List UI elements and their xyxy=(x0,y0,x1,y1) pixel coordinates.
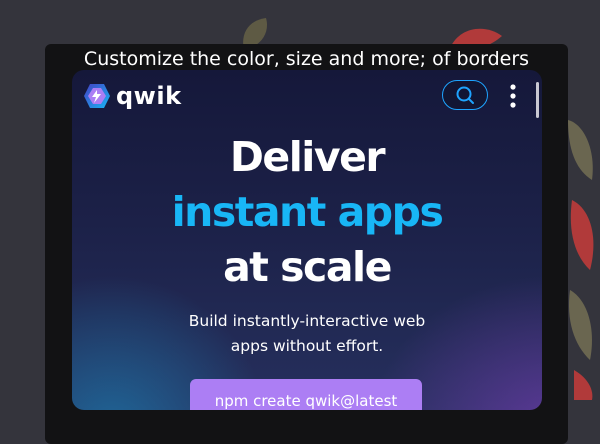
qwik-logo[interactable]: qwik xyxy=(84,82,182,110)
logo-text: qwik xyxy=(116,82,182,110)
hero-subtitle: Build instantly-interactive web apps wit… xyxy=(72,309,542,359)
hero-title-line-3: at scale xyxy=(223,243,392,291)
hero-title-line-2: instant apps xyxy=(171,188,444,236)
hero-subtitle-line-2: apps without effort. xyxy=(230,337,384,355)
hero-section: Deliver instant apps at scale Build inst… xyxy=(72,130,542,359)
scrollbar-thumb[interactable] xyxy=(536,82,539,118)
npm-create-button[interactable]: npm create qwik@latest xyxy=(190,379,422,410)
search-icon xyxy=(456,86,474,104)
search-button[interactable] xyxy=(442,80,488,110)
qwik-bolt-icon xyxy=(84,84,110,108)
kebab-menu-icon[interactable] xyxy=(504,83,522,109)
hero-subtitle-line-1: Build instantly-interactive web xyxy=(188,312,426,330)
qwik-website-preview: qwik Deliver instant apps at scale Build… xyxy=(72,70,542,410)
hero-title-line-1: Deliver xyxy=(229,133,386,181)
